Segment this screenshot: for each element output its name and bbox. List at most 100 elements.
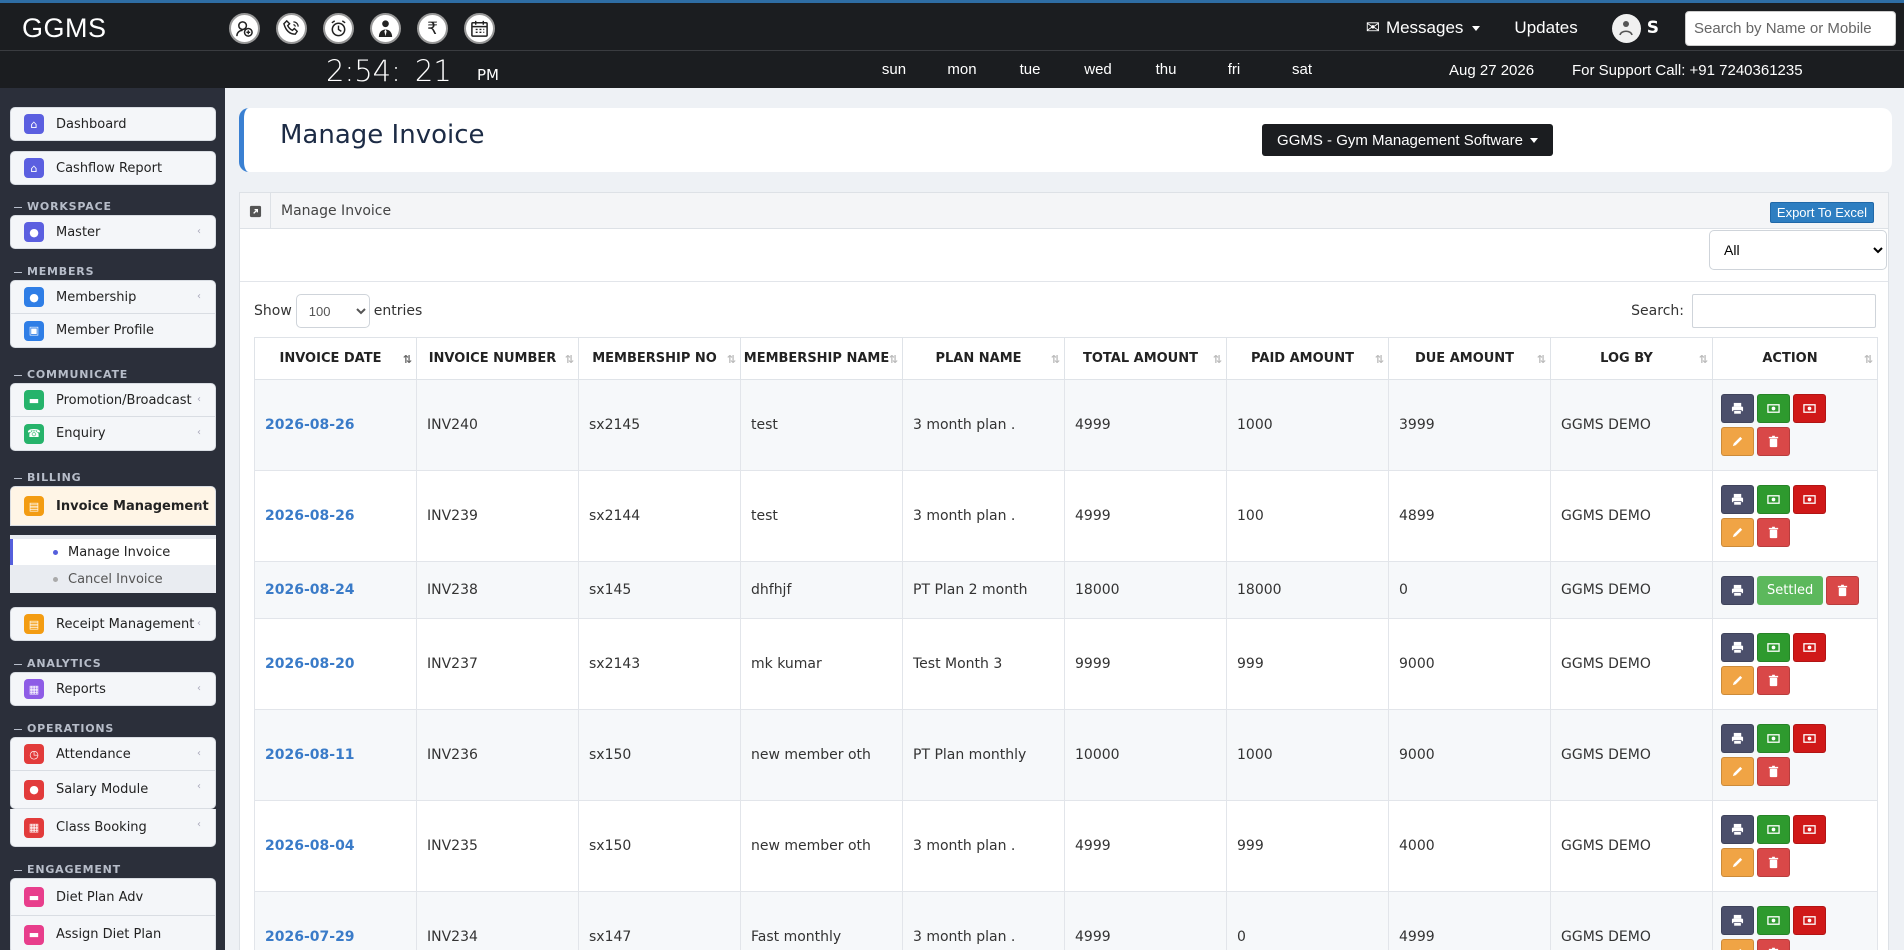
user-menu[interactable]: S — [1611, 13, 1659, 43]
collect-payment-button[interactable] — [1757, 724, 1790, 753]
sort-icon: ⇅ — [1050, 353, 1060, 366]
column-header[interactable]: PLAN NAME ⇅ — [902, 337, 1065, 380]
weekday: fri — [1227, 61, 1241, 78]
sidebar-item-attendance[interactable]: ◷ Attendance ‹ — [10, 737, 216, 771]
add-member-icon[interactable] — [229, 13, 260, 44]
column-header[interactable]: DUE AMOUNT ⇅ — [1388, 337, 1551, 380]
column-header[interactable]: PAID AMOUNT ⇅ — [1226, 337, 1389, 380]
submenu-item-manage-invoice[interactable]: Manage Invoice — [10, 539, 216, 565]
delete-button[interactable] — [1757, 518, 1790, 547]
updates-link[interactable]: Updates — [1514, 18, 1577, 38]
user-icon: ● — [24, 779, 44, 800]
collect-payment-button[interactable] — [1757, 394, 1790, 423]
sidebar-item-membership[interactable]: ● Membership ‹ — [10, 280, 216, 314]
invoice-panel: Manage Invoice Export To Excel All Show … — [239, 192, 1889, 950]
member-search-input[interactable] — [1685, 10, 1896, 46]
collect-payment-button[interactable] — [1757, 485, 1790, 514]
invoice-date-cell[interactable]: 2026-08-26 — [254, 379, 417, 471]
cancel-invoice-button[interactable] — [1793, 906, 1826, 935]
column-header[interactable]: TOTAL AMOUNT ⇅ — [1064, 337, 1227, 380]
column-header[interactable]: ACTION ⇅ — [1712, 337, 1878, 380]
print-button[interactable] — [1721, 906, 1754, 935]
sidebar-item-cashflow[interactable]: ⌂ Cashflow Report — [10, 151, 216, 185]
weekday-strip: sun mon tue wed thu fri sat — [860, 61, 1336, 78]
software-dropdown-button[interactable]: GGMS - Gym Management Software — [1262, 124, 1553, 156]
user-initial: S — [1646, 18, 1659, 38]
phone-icon[interactable] — [276, 13, 307, 44]
log-by-cell: GGMS DEMO — [1550, 470, 1713, 562]
invoice-date-cell[interactable]: 2026-08-24 — [254, 561, 417, 619]
print-button[interactable] — [1721, 724, 1754, 753]
sidebar-item-promotion[interactable]: ▬ Promotion/Broadcast ‹ — [10, 383, 216, 417]
sidebar-item-master[interactable]: ● Master ‹ — [10, 215, 216, 249]
delete-button[interactable] — [1826, 575, 1860, 605]
cancel-invoice-button[interactable] — [1793, 394, 1826, 423]
sidebar-item-diet-plan-adv[interactable]: ▬ Diet Plan Adv — [10, 878, 216, 916]
cancel-invoice-button[interactable] — [1793, 815, 1826, 844]
column-header[interactable]: INVOICE NUMBER ⇅ — [416, 337, 579, 380]
invoice-date-cell[interactable]: 2026-07-29 — [254, 891, 417, 950]
invoice-date-cell[interactable]: 2026-08-11 — [254, 709, 417, 801]
print-button[interactable] — [1721, 394, 1754, 423]
invoice-filter-select[interactable]: All — [1709, 230, 1887, 270]
column-header[interactable]: MEMBERSHIP NO ⇅ — [578, 337, 741, 380]
table-row: 2026-08-24 INV238 sx145 dhfhjf PT Plan 2… — [254, 561, 1878, 619]
sidebar-item-dashboard[interactable]: ⌂ Dashboard — [10, 107, 216, 141]
messages-menu[interactable]: ✉ Messages — [1366, 18, 1481, 38]
plan-name-cell: 3 month plan . — [902, 891, 1065, 950]
export-excel-button[interactable]: Export To Excel — [1769, 202, 1874, 223]
row-actions — [1721, 631, 1841, 697]
column-header-label: PAID AMOUNT — [1251, 351, 1354, 366]
column-header[interactable]: INVOICE DATE ⇅ — [254, 337, 417, 380]
edit-button[interactable] — [1721, 427, 1754, 456]
edit-button[interactable] — [1721, 666, 1754, 695]
edit-button[interactable] — [1721, 848, 1754, 877]
invoice-date-cell[interactable]: 2026-08-26 — [254, 470, 417, 562]
sidebar-item-receipt-management[interactable]: ▤ Receipt Management ‹ — [10, 607, 216, 641]
submenu-item-cancel-invoice[interactable]: Cancel Invoice — [10, 566, 216, 592]
collect-payment-button[interactable] — [1757, 633, 1790, 662]
table-search-input[interactable] — [1692, 294, 1876, 328]
invoice-submenu: Manage Invoice Cancel Invoice — [10, 535, 216, 593]
cancel-invoice-button[interactable] — [1793, 485, 1826, 514]
diet-icon: ▬ — [24, 887, 44, 907]
sidebar-item-assign-diet-plan[interactable]: ▬ Assign Diet Plan — [10, 916, 216, 950]
sidebar-item-class-booking[interactable]: ▦ Class Booking ‹ — [10, 809, 216, 847]
print-button[interactable] — [1721, 633, 1754, 662]
delete-button[interactable] — [1757, 666, 1790, 695]
caret-down-icon — [1529, 137, 1538, 143]
sidebar-item-enquiry[interactable]: ☎ Enquiry ‹ — [10, 417, 216, 451]
alarm-clock-icon[interactable] — [323, 13, 354, 44]
user-tie-icon[interactable] — [370, 13, 401, 44]
sidebar-item-member-profile[interactable]: ▣ Member Profile — [10, 314, 216, 348]
edit-button[interactable] — [1721, 757, 1754, 786]
column-header[interactable]: MEMBERSHIP NAME ⇅ — [740, 337, 903, 380]
column-header-label: INVOICE DATE — [279, 351, 382, 366]
edit-button[interactable] — [1721, 518, 1754, 547]
print-button[interactable] — [1721, 485, 1754, 514]
collect-payment-button[interactable] — [1757, 815, 1790, 844]
rupee-icon[interactable]: ₹ — [417, 13, 448, 44]
delete-button[interactable] — [1757, 848, 1790, 877]
sidebar-item-invoice-management[interactable]: ▤ Invoice Management ‹ — [10, 486, 216, 526]
page-length-select[interactable]: 100 — [295, 294, 370, 328]
delete-button[interactable] — [1757, 757, 1790, 786]
cancel-invoice-button[interactable] — [1793, 724, 1826, 753]
print-button[interactable] — [1721, 575, 1754, 605]
delete-button[interactable] — [1757, 427, 1790, 456]
row-actions — [1721, 392, 1841, 458]
sidebar-item-reports[interactable]: ▦ Reports ‹ — [10, 672, 216, 706]
invoice-date-cell[interactable]: 2026-08-04 — [254, 800, 417, 892]
action-cell — [1712, 891, 1878, 950]
cancel-invoice-button[interactable] — [1793, 633, 1826, 662]
edit-button[interactable] — [1721, 939, 1754, 950]
column-header[interactable]: LOG BY ⇅ — [1550, 337, 1713, 380]
delete-button[interactable] — [1757, 939, 1790, 950]
brand-logo[interactable]: GGMS — [22, 13, 107, 44]
collect-payment-button[interactable] — [1757, 906, 1790, 935]
invoice-date-cell[interactable]: 2026-08-20 — [254, 618, 417, 710]
sidebar-item-salary[interactable]: ● Salary Module ‹ — [10, 771, 216, 809]
calendar-icon[interactable] — [464, 13, 495, 44]
bullet-icon — [53, 549, 58, 555]
print-button[interactable] — [1721, 815, 1754, 844]
